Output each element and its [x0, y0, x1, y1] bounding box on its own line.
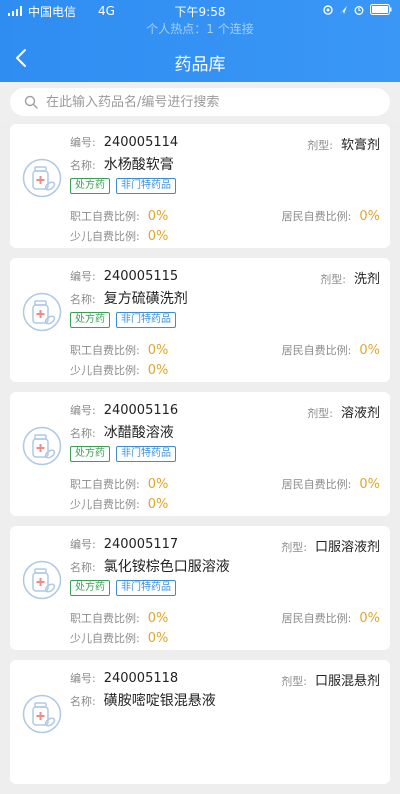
resident-ratio-label: 居民自费比例: [281, 612, 352, 625]
name-label: 名称: [70, 695, 96, 708]
resident-ratio-value: 0% [359, 209, 380, 224]
resident-ratio-value: 0% [359, 477, 380, 492]
alarm-icon [354, 5, 364, 15]
name-label: 名称: [70, 293, 96, 306]
drug-card[interactable]: 编号: 240005117 剂型: 口服溶液剂 名称: 氯化铵棕色口服溶液 处方药 非门… [10, 526, 390, 650]
top-header: 中国电信 4G 下午9:58 个人热点：1 个连接 药品库 [0, 0, 400, 82]
name-label: 名称: [70, 159, 96, 172]
search-box[interactable] [10, 88, 390, 116]
id-label: 编号: [70, 404, 96, 417]
drug-id: 240005116 [103, 403, 179, 418]
resident-ratio-label: 居民自费比例: [281, 344, 352, 357]
employee-ratio-label: 职工自费比例: [70, 344, 140, 357]
id-label: 编号: [70, 538, 96, 551]
search-icon [24, 95, 38, 109]
drug-card[interactable]: 编号: 240005114 剂型: 软膏剂 名称: 水杨酸软膏 处方药 非门特药品 职工… [10, 124, 390, 248]
id-label: 编号: [70, 672, 96, 685]
child-ratio-label: 少儿自费比例: [70, 364, 140, 377]
employee-ratio-label: 职工自费比例: [70, 612, 140, 625]
non-special-tag: 非门特药品 [116, 580, 176, 596]
drug-type: 软膏剂 [340, 138, 380, 153]
drug-id: 240005118 [103, 671, 179, 686]
arrow-icon [340, 5, 347, 14]
employee-ratio-value: 0% [147, 343, 169, 358]
employee-ratio-value: 0% [147, 611, 169, 626]
drug-type: 口服混悬剂 [314, 674, 380, 689]
employee-ratio-label: 职工自费比例: [70, 478, 140, 491]
name-label: 名称: [70, 427, 96, 440]
type-label: 剂型: [320, 273, 346, 286]
resident-ratio-value: 0% [359, 343, 380, 358]
medicine-bottle-icon [22, 158, 62, 198]
child-ratio-value: 0% [147, 229, 169, 244]
drug-name: 氯化铵棕色口服溶液 [103, 559, 230, 575]
drug-type: 洗剂 [353, 272, 380, 287]
id-label: 编号: [70, 270, 96, 283]
status-bar: 中国电信 4G 下午9:58 [0, 0, 400, 22]
non-special-tag: 非门特药品 [116, 446, 176, 462]
hotspot-banner[interactable]: 个人热点：1 个连接 [0, 20, 400, 37]
type-label: 剂型: [281, 541, 307, 554]
search-bar-area [0, 82, 400, 122]
medicine-bottle-icon [22, 292, 62, 332]
battery-icon [370, 4, 392, 15]
medicine-bottle-icon [22, 426, 62, 466]
child-ratio-label: 少儿自费比例: [70, 632, 140, 645]
drug-name: 水杨酸软膏 [103, 157, 174, 173]
type-label: 剂型: [307, 139, 333, 152]
drug-card[interactable]: 编号: 240005118 剂型: 口服混悬剂 名称: 磺胺嘧啶银混悬液 [10, 660, 390, 784]
employee-ratio-value: 0% [147, 477, 169, 492]
employee-ratio-value: 0% [147, 209, 169, 224]
child-ratio-value: 0% [147, 363, 169, 378]
drug-id: 240005115 [103, 269, 179, 284]
child-ratio-value: 0% [147, 631, 169, 646]
drug-type: 溶液剂 [340, 406, 380, 421]
id-label: 编号: [70, 136, 96, 149]
drug-type: 口服溶液剂 [314, 540, 380, 555]
drug-card[interactable]: 编号: 240005115 剂型: 洗剂 名称: 复方硫磺洗剂 处方药 非门特药品 职工… [10, 258, 390, 382]
resident-ratio-label: 居民自费比例: [281, 478, 352, 491]
drug-id: 240005114 [103, 135, 179, 150]
prescription-tag: 处方药 [70, 178, 110, 194]
resident-ratio-value: 0% [359, 611, 380, 626]
search-input[interactable] [46, 94, 366, 110]
child-ratio-label: 少儿自费比例: [70, 498, 140, 511]
drug-id: 240005117 [103, 537, 179, 552]
prescription-tag: 处方药 [70, 446, 110, 462]
prescription-tag: 处方药 [70, 312, 110, 328]
prescription-tag: 处方药 [70, 580, 110, 596]
page-title: 药品库 [174, 55, 226, 75]
child-ratio-label: 少儿自费比例: [70, 230, 140, 243]
medicine-bottle-icon [22, 560, 62, 600]
employee-ratio-label: 职工自费比例: [70, 210, 140, 223]
location-icon [323, 4, 333, 15]
drug-name: 冰醋酸溶液 [103, 425, 174, 441]
name-label: 名称: [70, 561, 96, 574]
type-label: 剂型: [281, 675, 307, 688]
drug-name: 磺胺嘧啶银混悬液 [103, 693, 216, 709]
child-ratio-value: 0% [147, 497, 169, 512]
non-special-tag: 非门特药品 [116, 178, 176, 194]
type-label: 剂型: [307, 407, 333, 420]
non-special-tag: 非门特药品 [116, 312, 176, 328]
medicine-bottle-icon [22, 694, 62, 734]
drug-name: 复方硫磺洗剂 [103, 291, 188, 307]
drug-list: 编号: 240005114 剂型: 软膏剂 名称: 水杨酸软膏 处方药 非门特药品 职工… [10, 124, 390, 794]
resident-ratio-label: 居民自费比例: [281, 210, 352, 223]
drug-card[interactable]: 编号: 240005116 剂型: 溶液剂 名称: 冰醋酸溶液 处方药 非门特药品 职工… [10, 392, 390, 516]
